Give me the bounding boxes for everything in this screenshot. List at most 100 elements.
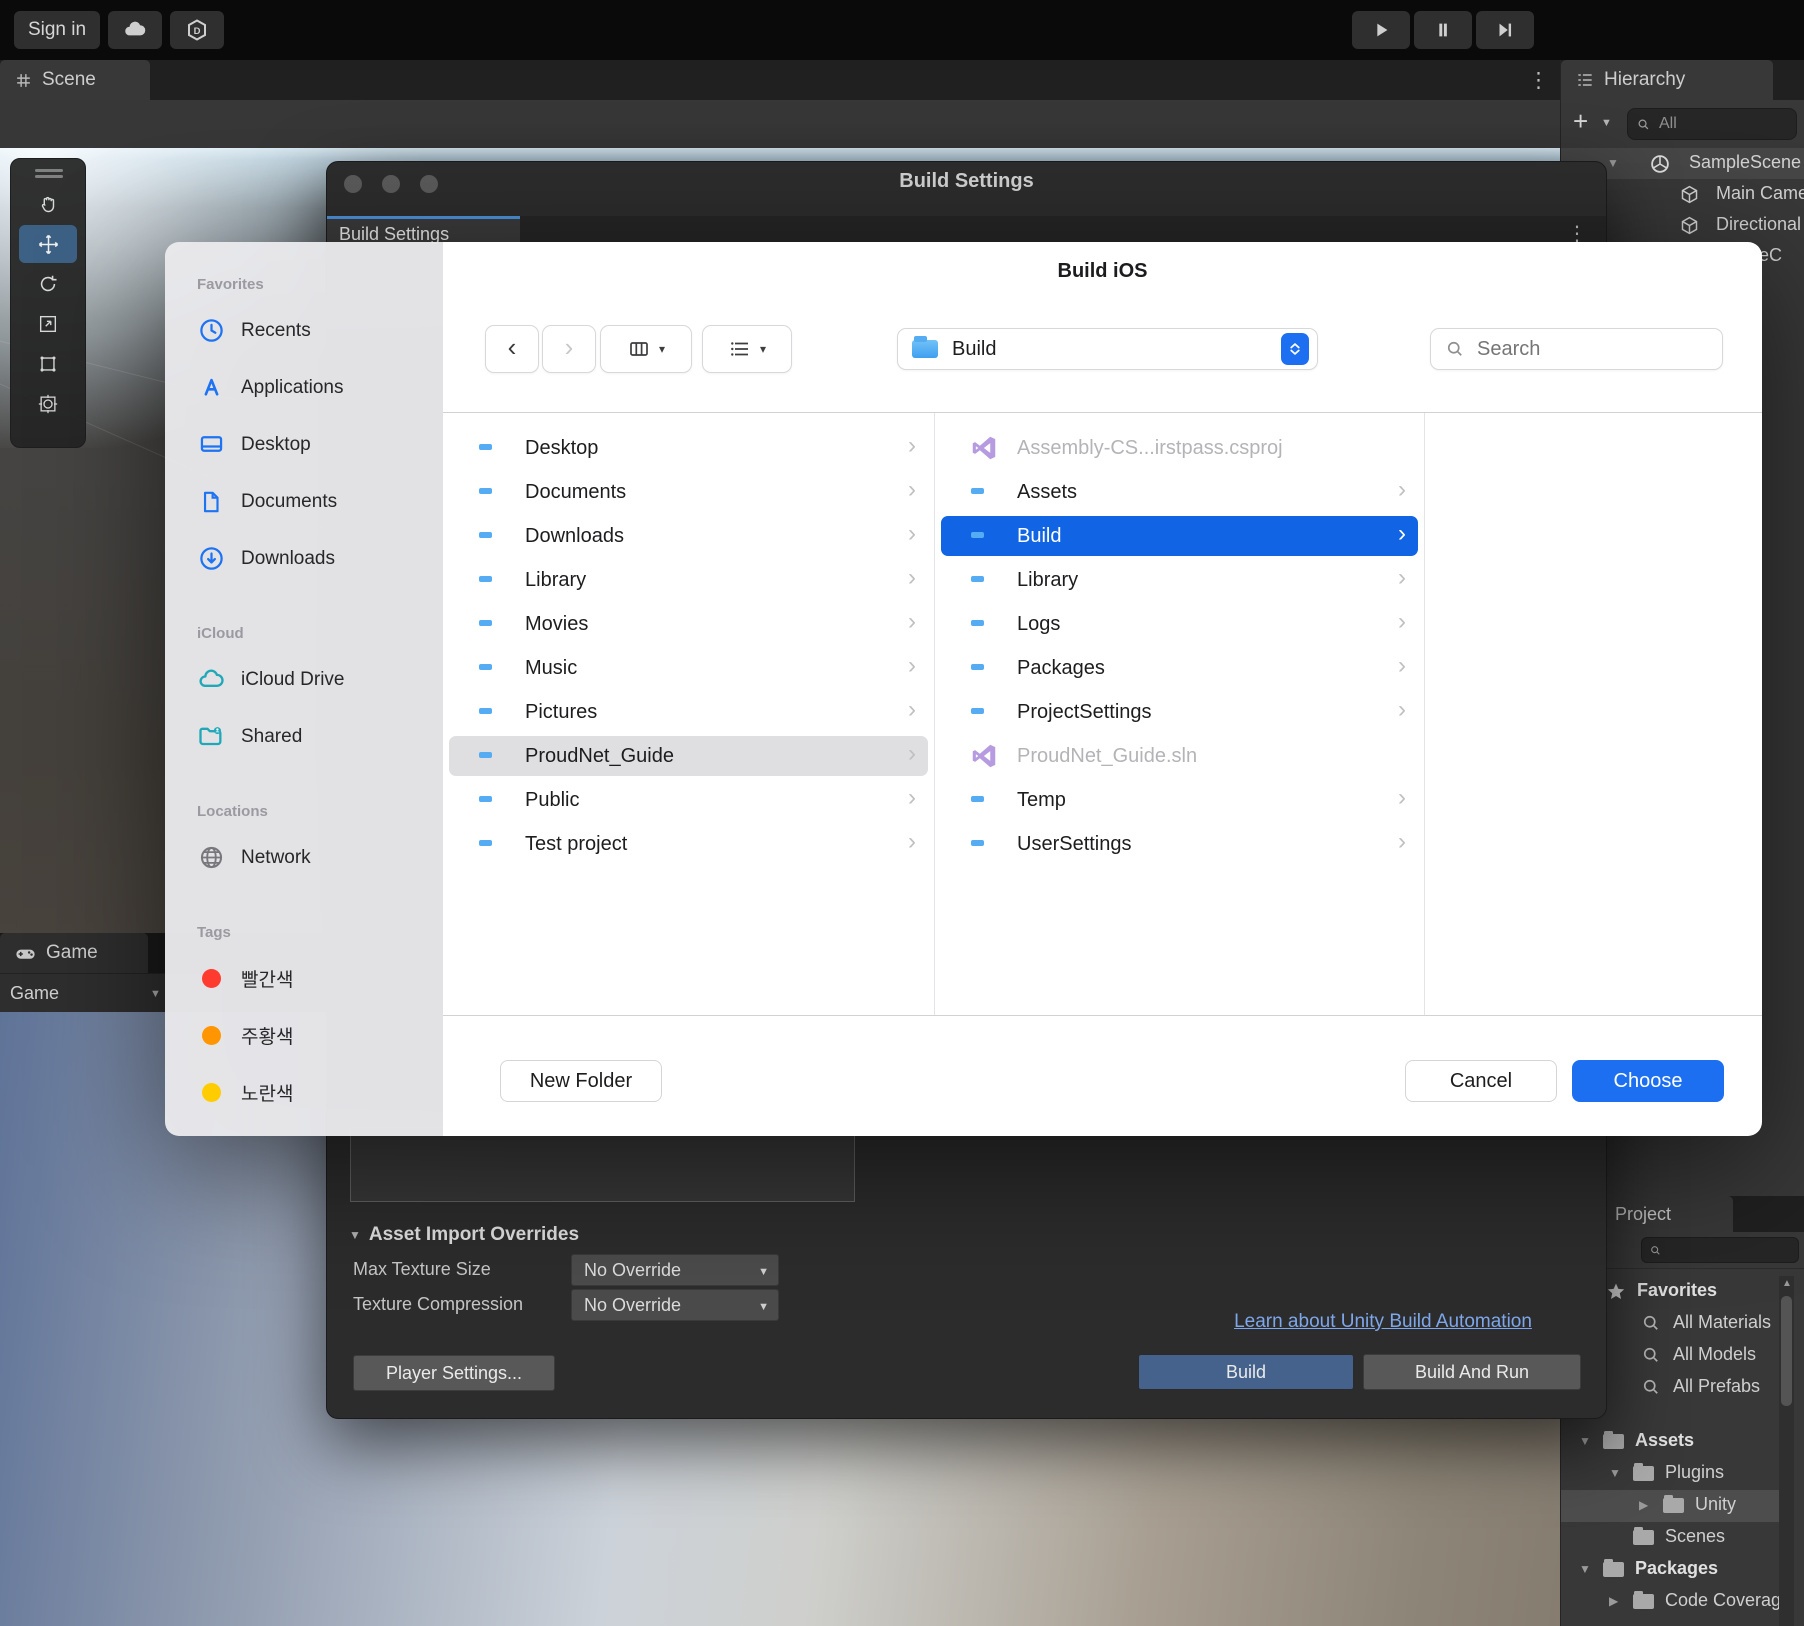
pause-button[interactable] [1414,11,1472,49]
foldout-arrow-icon[interactable]: ▼ [1579,1562,1591,1576]
file-row[interactable]: Library› [935,558,1424,602]
build-automation-link[interactable]: Learn about Unity Build Automation [1185,1311,1581,1333]
file-row[interactable]: ↓Downloads› [443,514,934,558]
cancel-button[interactable]: Cancel [1405,1060,1557,1102]
project-tree-row[interactable]: ▼Plugins [1561,1458,1779,1490]
tab-game[interactable]: Game [0,933,148,973]
project-scrollbar[interactable]: ▲ [1779,1276,1794,1626]
move-tool-button[interactable] [19,225,77,263]
sidebar-item-icloud-drive[interactable]: iCloud Drive [197,651,443,708]
sidebar-item-shared[interactable]: Shared [197,708,443,765]
file-row[interactable]: Logs› [935,602,1424,646]
add-object-button[interactable]: + [1573,106,1588,137]
choose-button[interactable]: Choose [1572,1060,1724,1102]
file-row[interactable]: ProudNet_Guide› [443,734,934,778]
max-texture-size-dropdown[interactable]: No Override ▼ [571,1254,779,1286]
sidebar-item-desktop[interactable]: Desktop [197,416,443,473]
transform-tool-button[interactable] [19,385,77,423]
texture-compression-dropdown[interactable]: No Override ▼ [571,1289,779,1321]
sidebar-item-빨간색[interactable]: 빨간색 [197,950,443,1007]
chevron-right-icon: › [1398,828,1406,856]
sign-in-button[interactable]: Sign in [14,11,100,49]
file-row[interactable]: Packages› [935,646,1424,690]
rotate-icon [37,273,59,295]
group-view-button[interactable]: ▾ [702,325,792,373]
scene-tabstrip: Scene ⋮ [0,60,1560,100]
file-label: Pictures [525,701,597,724]
file-row-highlight [449,428,928,468]
tab-project[interactable]: Project [1601,1196,1733,1232]
hierarchy-search-field[interactable] [1627,108,1797,140]
view-tool-button[interactable] [19,185,77,223]
project-tree-row[interactable]: ▼Packages [1561,1554,1779,1586]
tab-scene[interactable]: Scene [0,60,150,100]
rotate-tool-button[interactable] [19,265,77,303]
chevron-right-icon: › [908,740,916,768]
sidebar-item-downloads[interactable]: Downloads [197,530,443,587]
sidebar-item-documents[interactable]: Documents [197,473,443,530]
sidebar-item-recents[interactable]: Recents [197,302,443,359]
file-row[interactable]: ProjectSettings› [935,690,1424,734]
rect-tool-button[interactable] [19,345,77,383]
foldout-arrow-icon[interactable]: ▼ [1607,156,1619,170]
forward-button[interactable]: › [542,325,596,373]
path-dropdown[interactable]: Build [897,328,1318,370]
hand-icon [37,193,60,216]
overlay-drag-handle[interactable] [35,169,63,172]
build-and-run-button[interactable]: Build And Run [1363,1354,1581,1390]
sidebar-item-applications[interactable]: Applications [197,359,443,416]
scroll-up-icon[interactable]: ▲ [1782,1278,1792,1289]
foldout-arrow-icon[interactable]: ▶ [1609,1594,1618,1608]
unity-hub-button[interactable]: D [170,11,224,49]
foldout-arrow-icon[interactable]: ▶ [1639,1498,1648,1512]
file-row[interactable]: ▦Movies› [443,602,934,646]
cloud-services-button[interactable] [108,11,162,49]
file-row[interactable]: ▣Pictures› [443,690,934,734]
asset-import-overrides-foldout[interactable]: ▼ Asset Import Overrides [349,1224,579,1246]
project-tree-row[interactable]: ▶Code Coverage [1561,1586,1779,1618]
file-row[interactable]: Assets› [935,470,1424,514]
file-row[interactable]: UserSettings› [935,822,1424,866]
file-row[interactable]: Test project› [443,822,934,866]
scrollbar-thumb[interactable] [1781,1296,1792,1406]
file-row[interactable]: ▥Library› [443,558,934,602]
build-button[interactable]: Build [1138,1354,1354,1390]
search-icon [1445,339,1465,359]
file-row[interactable]: Public› [443,778,934,822]
search-input[interactable] [1475,337,1699,362]
project-search-field[interactable] [1641,1237,1799,1263]
file-row[interactable]: ▤Documents› [443,470,934,514]
project-search-input[interactable] [1667,1240,1791,1260]
file-row[interactable]: Build› [935,514,1424,558]
search-field[interactable] [1430,328,1723,370]
play-button[interactable] [1352,11,1410,49]
file-label: Library [1017,569,1078,592]
project-tree-row[interactable]: ▼Assets [1561,1426,1779,1458]
foldout-arrow-icon[interactable]: ▼ [1579,1434,1591,1448]
player-settings-button[interactable]: Player Settings... [353,1355,555,1391]
project-tree-row[interactable]: ▶Unity [1561,1490,1779,1522]
hierarchy-search-input[interactable] [1657,114,1788,134]
step-button[interactable] [1476,11,1534,49]
kebab-menu-icon[interactable]: ⋮ [1528,68,1549,93]
chevron-down-icon[interactable]: ▼ [1601,117,1612,129]
file-row[interactable]: ♪Music› [443,646,934,690]
foldout-arrow-icon[interactable]: ▼ [1609,1466,1621,1480]
new-folder-button[interactable]: New Folder [500,1060,662,1102]
file-row[interactable]: ProudNet_Guide.sln [935,734,1424,778]
sidebar-item-주황색[interactable]: 주황색 [197,1007,443,1064]
project-tree-row[interactable]: Scenes [1561,1522,1779,1554]
file-row[interactable]: Temp› [935,778,1424,822]
visual-studio-file-icon [969,741,999,771]
sidebar-item-노란색[interactable]: 노란색 [197,1064,443,1121]
back-button[interactable]: ‹ [485,325,539,373]
gamepad-icon [14,942,37,965]
scale-tool-button[interactable] [19,305,77,343]
file-row[interactable]: ▭Desktop› [443,426,934,470]
sidebar-item-초록색[interactable]: 초록색 [197,1121,443,1136]
sidebar-item-network[interactable]: Network [197,829,443,886]
overlay-drag-handle[interactable] [35,175,63,178]
column-view-button[interactable]: ▾ [600,325,692,373]
file-row[interactable]: Assembly-CS...irstpass.csproj [935,426,1424,470]
tab-hierarchy[interactable]: Hierarchy [1561,60,1773,100]
